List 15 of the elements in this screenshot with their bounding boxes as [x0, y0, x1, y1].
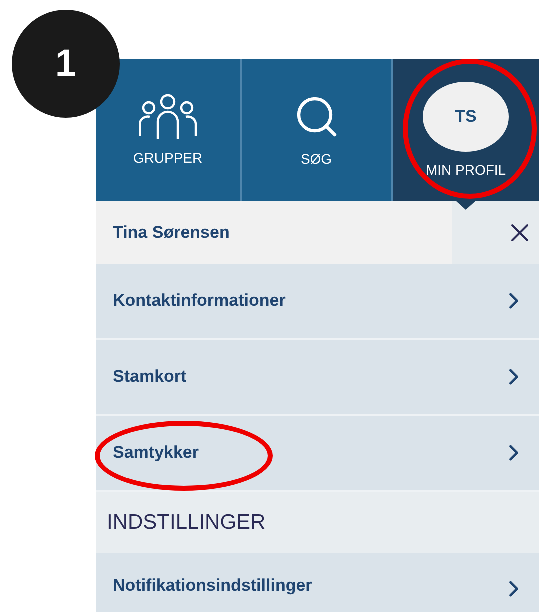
- menu-item[interactable]: Kontaktinformationer: [96, 264, 539, 340]
- menu-item-label: Samtykker: [113, 443, 200, 463]
- profile-name: Tina Sørensen: [96, 201, 452, 264]
- close-button[interactable]: [452, 201, 539, 264]
- menu-item[interactable]: Notifikationsindstillinger: [96, 553, 539, 612]
- step-number: 1: [12, 10, 120, 118]
- menu-item[interactable]: Stamkort: [96, 340, 539, 416]
- menu-item-label: Kontaktinformationer: [113, 291, 286, 311]
- avatar: TS: [423, 82, 509, 152]
- section-title: INDSTILLINGER: [107, 510, 266, 534]
- nav-tab[interactable]: TS MIN PROFIL: [393, 59, 539, 201]
- menu-item-label: Notifikationsindstillinger: [113, 576, 312, 596]
- menu-item[interactable]: Samtykker: [96, 416, 539, 492]
- menu-item-label: Stamkort: [113, 367, 187, 387]
- people-icon: [139, 94, 197, 140]
